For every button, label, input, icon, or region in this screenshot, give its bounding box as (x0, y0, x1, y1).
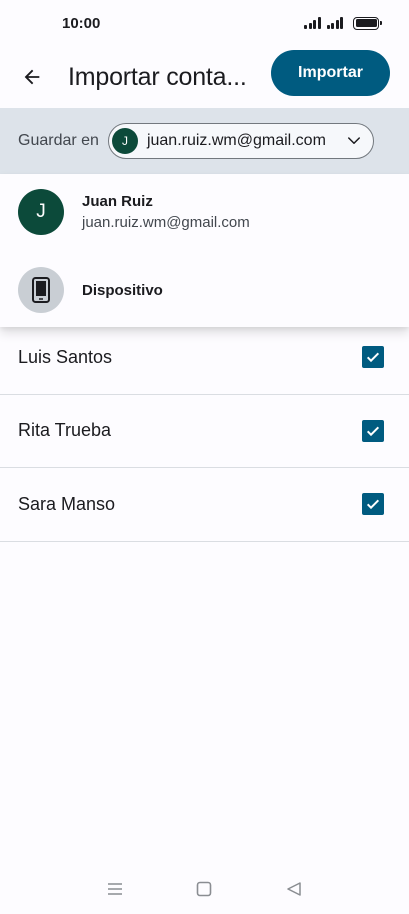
device-avatar (18, 267, 64, 313)
status-icons (304, 16, 382, 30)
list-item[interactable]: Rita Trueba (0, 395, 409, 468)
account-name: Juan Ruiz (82, 193, 153, 210)
save-location-bar: Guardar en J juan.ruiz.wm@gmail.com (0, 108, 409, 174)
device-info: Dispositivo (82, 282, 163, 299)
back-nav-button[interactable] (279, 874, 309, 904)
contact-list: Luis Santos Rita Trueba Sara Manso (0, 321, 409, 542)
signal-icon (304, 17, 321, 29)
check-icon (366, 499, 380, 510)
contact-checkbox[interactable] (362, 493, 384, 516)
signal-icon-secondary (326, 17, 343, 29)
dropdown-item-device[interactable]: Dispositivo (0, 266, 409, 314)
arrow-back-icon (24, 69, 40, 85)
smartphone-icon (32, 277, 50, 303)
device-label: Dispositivo (82, 281, 163, 299)
home-square-icon (197, 881, 212, 897)
status-bar: 10:00 (0, 0, 409, 46)
page-title: Importar conta... (68, 62, 247, 91)
avatar: J (111, 128, 138, 154)
account-info: Juan Ruiz juan.ruiz.wm@gmail.com (82, 193, 250, 231)
list-item[interactable]: Luis Santos (0, 321, 409, 395)
account-email: juan.ruiz.wm@gmail.com (82, 214, 250, 231)
chevron-down-icon (347, 137, 360, 144)
account-selector[interactable]: J juan.ruiz.wm@gmail.com (107, 123, 374, 159)
selected-account-email: juan.ruiz.wm@gmail.com (146, 132, 326, 149)
back-triangle-icon (287, 882, 301, 896)
home-button[interactable] (189, 874, 219, 904)
system-nav-bar (0, 866, 409, 912)
avatar: J (18, 189, 64, 235)
save-label: Guardar en (18, 132, 99, 149)
app-bar: Importar conta... Importar (0, 46, 409, 108)
status-time: 10:00 (62, 14, 101, 32)
menu-button[interactable] (100, 874, 130, 904)
contact-name: Luis Santos (18, 346, 113, 367)
battery-icon (353, 16, 382, 30)
check-icon (366, 352, 380, 363)
contact-name: Sara Manso (18, 493, 116, 514)
menu-icon (107, 883, 122, 895)
contact-checkbox[interactable] (362, 346, 384, 369)
contact-name: Rita Trueba (18, 420, 112, 441)
import-button[interactable]: Importar (271, 50, 390, 96)
contact-checkbox[interactable] (362, 419, 384, 442)
list-item[interactable]: Sara Manso (0, 468, 409, 542)
back-button[interactable] (10, 55, 54, 99)
check-icon (366, 426, 380, 436)
dropdown-item-google-account[interactable]: J Juan Ruiz juan.ruiz.wm@gmail.com (0, 188, 409, 236)
account-dropdown-menu: J Juan Ruiz juan.ruiz.wm@gmail.com Dispo… (0, 174, 409, 327)
